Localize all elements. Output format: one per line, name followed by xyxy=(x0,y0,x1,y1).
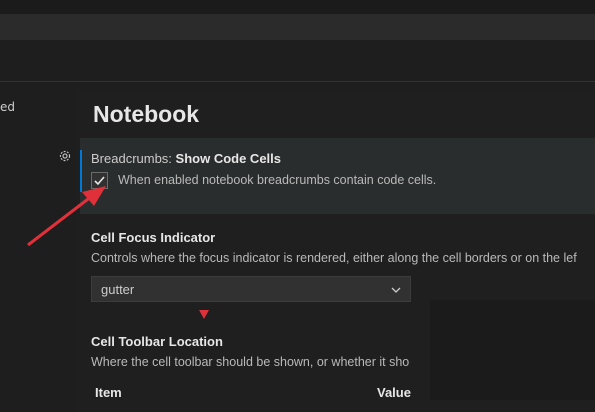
table-header-value: Value xyxy=(377,385,411,400)
section-title: Notebook xyxy=(93,101,200,127)
annotation-marker xyxy=(199,310,209,319)
overlay-panel xyxy=(430,300,595,400)
settings-tabs-bar xyxy=(0,40,595,82)
setting-title-show-code-cells: Breadcrumbs: Show Code Cells xyxy=(91,151,281,166)
select-value: gutter xyxy=(101,282,135,297)
chevron-down-icon xyxy=(391,287,401,293)
setting-description-cell-focus-indicator: Controls where the focus indicator is re… xyxy=(91,251,577,265)
setting-name: Show Code Cells xyxy=(175,151,282,166)
cell-focus-indicator-select[interactable]: gutter xyxy=(91,276,411,302)
title-bar xyxy=(0,0,595,14)
setting-title-cell-toolbar-location: Cell Toolbar Location xyxy=(91,334,223,349)
setting-category: Breadcrumbs: xyxy=(91,151,172,166)
settings-search-bar[interactable] xyxy=(0,14,595,40)
setting-description-cell-toolbar-location: Where the cell toolbar should be shown, … xyxy=(91,355,410,369)
gear-icon[interactable] xyxy=(58,149,72,166)
table-header-item: Item xyxy=(95,385,122,400)
annotation-arrow xyxy=(27,186,106,247)
toc-item-partial[interactable]: ed xyxy=(0,100,15,114)
setting-description-show-code-cells: When enabled notebook breadcrumbs contai… xyxy=(118,173,437,187)
setting-name: Cell Toolbar Location xyxy=(91,334,223,349)
